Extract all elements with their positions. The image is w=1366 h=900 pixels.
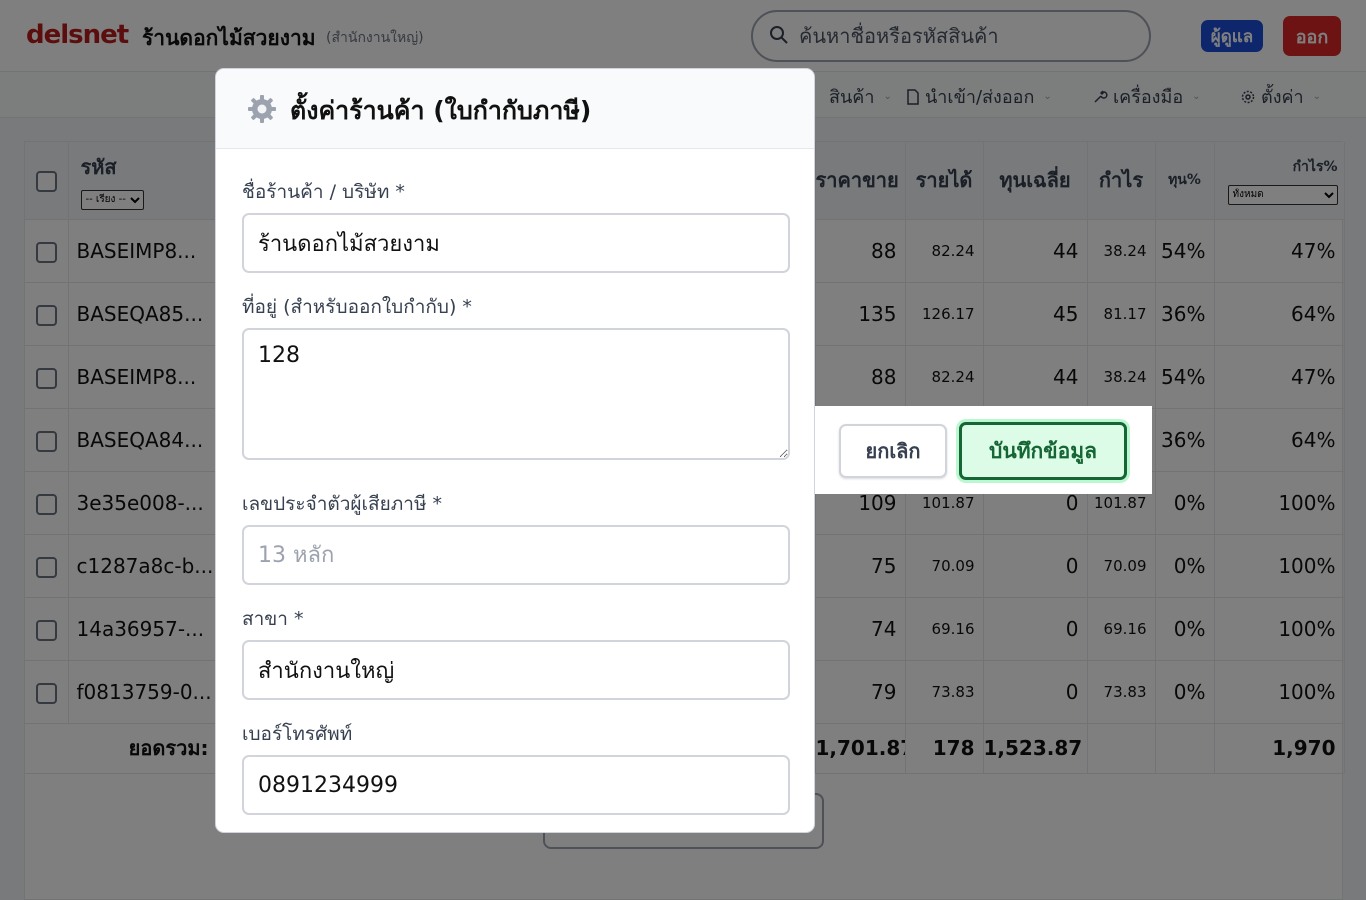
- shop-name-label: ชื่อร้านค้า / บริษัท *: [242, 181, 405, 203]
- phone-label: เบอร์โทรศัพท์: [242, 723, 353, 745]
- modal-header: ตั้งค่าร้านค้า (ใบกำกับภาษี): [216, 69, 814, 149]
- tax-id-label: เลขประจำตัวผู้เสียภาษี *: [242, 493, 443, 515]
- phone-input[interactable]: [242, 755, 790, 815]
- save-button[interactable]: บันทึกข้อมูล: [959, 422, 1127, 480]
- tax-id-input[interactable]: [242, 525, 790, 585]
- gear-icon: [248, 95, 276, 123]
- cancel-button[interactable]: ยกเลิก: [839, 424, 947, 478]
- address-textarea[interactable]: 128: [242, 328, 790, 460]
- modal-action-bar: ยกเลิก บันทึกข้อมูล: [815, 406, 1152, 494]
- branch-label: สาขา *: [242, 608, 304, 630]
- branch-input[interactable]: [242, 640, 790, 700]
- shop-settings-modal: ตั้งค่าร้านค้า (ใบกำกับภาษี) ชื่อร้านค้า…: [215, 68, 815, 833]
- modal-title: ตั้งค่าร้านค้า (ใบกำกับภาษี): [290, 96, 592, 125]
- address-label: ที่อยู่ (สำหรับออกใบกำกับ) *: [242, 296, 472, 318]
- shop-name-input[interactable]: [242, 213, 790, 273]
